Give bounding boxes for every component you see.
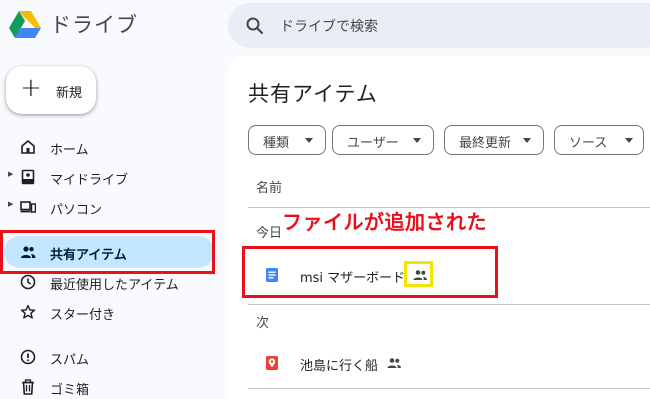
sidebar-item-label: ゴミ箱 <box>50 383 90 398</box>
name-column-header[interactable]: 名前 <box>256 177 282 196</box>
sidebar-item-spam[interactable]: スパム <box>4 341 214 373</box>
caret-down-icon <box>413 138 421 143</box>
home-icon <box>20 139 36 155</box>
sidebar-item-computers[interactable]: ▶ パソコン <box>4 191 214 223</box>
filter-user-chip[interactable]: ユーザー <box>332 125 434 155</box>
page-title: 共有アイテム <box>248 82 378 106</box>
search-input[interactable]: ドライブで検索 <box>280 16 378 36</box>
sidebar-item-my-drive[interactable]: ▶ マイドライブ <box>4 161 214 193</box>
sidebar-item-starred[interactable]: スター付き <box>4 296 214 328</box>
star-icon <box>20 304 36 320</box>
new-button-label: 新規 <box>56 86 83 101</box>
expand-arrow-icon[interactable]: ▶ <box>8 200 13 208</box>
annotation-highlight-shared-nav <box>0 230 215 274</box>
drive-logo-icon[interactable] <box>8 10 42 40</box>
new-button[interactable]: + 新規 <box>6 66 96 114</box>
chip-label: 最終更新 <box>459 136 512 151</box>
divider <box>248 304 650 305</box>
annotation-highlight-shared-icon <box>404 261 433 287</box>
caret-down-icon <box>625 138 633 143</box>
group-label-today: 今日 <box>256 226 283 241</box>
sidebar-item-label: 最近使用したアイテム <box>50 278 179 293</box>
caret-down-icon <box>305 138 313 143</box>
annotation-highlight-new-file <box>242 246 498 298</box>
sidebar-item-label: マイドライブ <box>50 173 129 188</box>
file-row[interactable]: 池島に行く船 <box>248 340 650 388</box>
sidebar-item-label: スター付き <box>50 308 116 323</box>
plus-icon: + <box>20 73 42 103</box>
chip-label: ソース <box>569 136 608 151</box>
drive-app: ドライブ ドライブで検索 + 新規 ホーム ▶ マイドライブ ▶ パソコン 共有… <box>0 0 650 399</box>
file-name: 池島に行く船 <box>300 359 379 374</box>
group-label-next: 次 <box>256 316 270 331</box>
filter-source-chip[interactable]: ソース <box>554 125 644 155</box>
shared-people-icon <box>386 355 402 371</box>
expand-arrow-icon[interactable]: ▶ <box>8 170 13 178</box>
sidebar-item-trash[interactable]: ゴミ箱 <box>4 371 214 399</box>
search-icon[interactable] <box>245 16 265 36</box>
clock-icon <box>20 274 36 290</box>
caret-down-icon <box>523 138 531 143</box>
filter-modified-chip[interactable]: 最終更新 <box>444 125 544 155</box>
sidebar-item-label: スパム <box>50 353 90 368</box>
drive-icon <box>20 169 36 185</box>
divider <box>248 388 650 389</box>
chip-label: 種類 <box>263 136 290 151</box>
app-title: ドライブ <box>50 13 138 37</box>
map-pin-icon <box>264 355 280 371</box>
sidebar-item-label: ホーム <box>50 143 89 158</box>
annotation-text: ファイルが追加された <box>282 210 487 234</box>
filter-type-chip[interactable]: 種類 <box>248 125 326 155</box>
trash-icon <box>20 379 36 395</box>
sidebar-item-home[interactable]: ホーム <box>4 131 214 163</box>
computer-icon <box>20 199 37 215</box>
chip-label: ユーザー <box>347 136 399 151</box>
search-bar[interactable]: ドライブで検索 <box>228 3 650 48</box>
sidebar-item-label: パソコン <box>50 203 103 218</box>
spam-icon <box>20 349 36 365</box>
